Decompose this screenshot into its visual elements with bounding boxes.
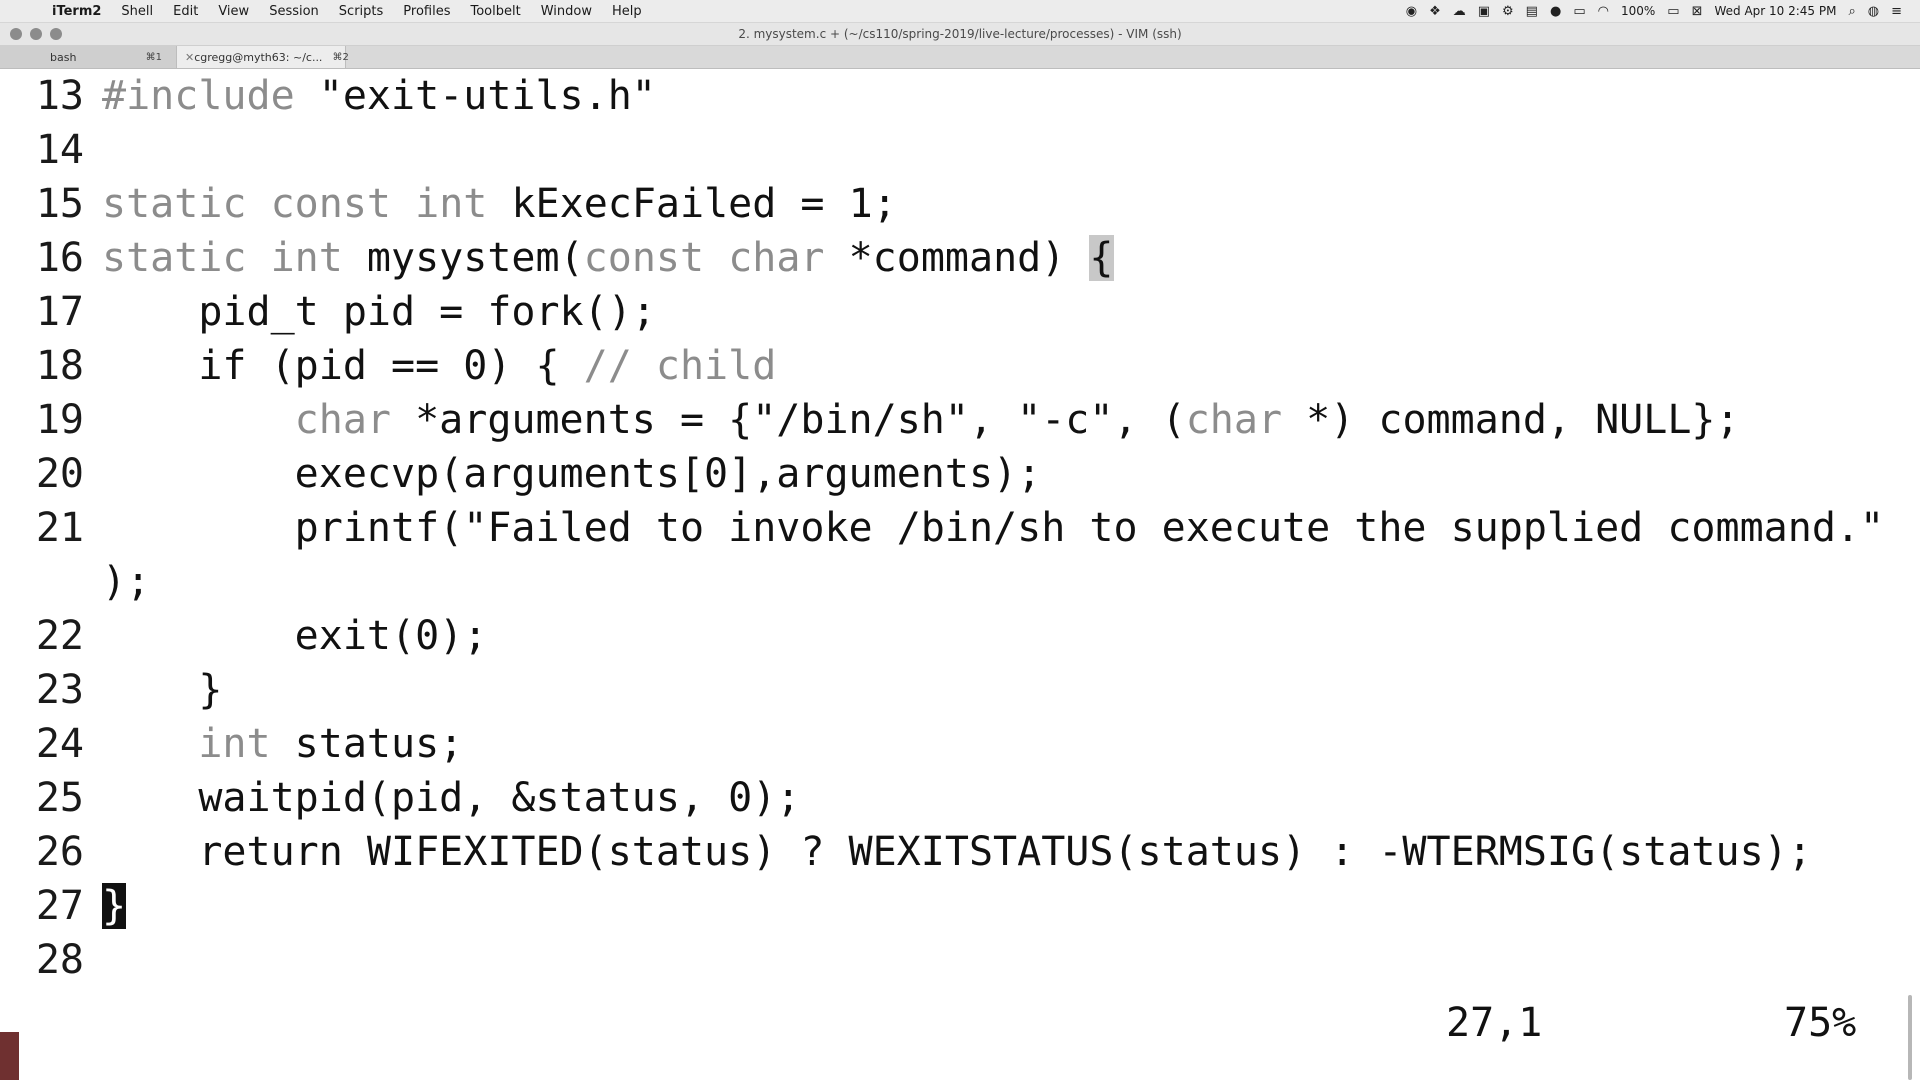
code-line: 21 printf("Failed to invoke /bin/sh to e…: [0, 501, 1884, 555]
code-text: pid_t pid = fork();: [102, 289, 656, 335]
tab-shortcut: ⌘2: [332, 51, 349, 63]
line-number: 27: [35, 883, 84, 929]
code-text: return WIFEXITED(status) ? WEXITSTATUS(s…: [102, 829, 1812, 875]
gamepad-icon[interactable]: ▣: [1478, 4, 1490, 19]
window-title: 2. mysystem.c + (~/cs110/spring-2019/liv…: [738, 27, 1182, 41]
contrast-icon[interactable]: ●: [1550, 4, 1561, 19]
line-number: 19: [35, 397, 84, 443]
code-line: 25 waitpid(pid, &status, 0);: [0, 771, 801, 825]
code-text: );: [102, 559, 151, 605]
code-text: execvp(arguments[0],arguments);: [102, 451, 1042, 497]
menu-help[interactable]: Help: [612, 4, 642, 19]
wifi-icon[interactable]: ◠: [1598, 4, 1609, 19]
tab-label: bash: [50, 50, 77, 64]
notification-center-icon[interactable]: ≡: [1891, 4, 1902, 19]
line-number: 17: [35, 289, 84, 335]
code-line: );: [0, 555, 150, 609]
code-text: if (pid == 0) { // child: [102, 343, 777, 389]
code-line: 15 static const int kExecFailed = 1;: [0, 177, 897, 231]
menu-session[interactable]: Session: [269, 4, 319, 19]
code-line: 22 exit(0);: [0, 609, 487, 663]
close-tab-icon[interactable]: ✕: [185, 51, 194, 64]
matching-brace: {: [1089, 235, 1114, 281]
tab-bar: bash ⌘1 ✕ cgregg@myth63: ~/c... ⌘2: [0, 46, 1920, 69]
siri-icon[interactable]: ◍: [1868, 4, 1879, 19]
line-number: 18: [35, 343, 84, 389]
line-number: 24: [35, 721, 84, 767]
battery-icon[interactable]: ▭: [1667, 4, 1679, 19]
menu-scripts[interactable]: Scripts: [339, 4, 383, 19]
menu-toolbelt[interactable]: Toolbelt: [470, 4, 520, 19]
airplay-icon[interactable]: ▭: [1573, 4, 1585, 19]
spotlight-search-icon[interactable]: ⌕: [1848, 4, 1855, 19]
record-icon[interactable]: ◉: [1406, 4, 1417, 19]
battery-percent: 100%: [1620, 4, 1656, 18]
menu-edit[interactable]: Edit: [173, 4, 198, 19]
code-text: #include "exit-utils.h": [102, 73, 656, 119]
vim-ruler: 27,1 75%: [0, 996, 1900, 1050]
code-text: exit(0);: [102, 613, 488, 659]
menu-view[interactable]: View: [218, 4, 249, 19]
line-number: 14: [35, 127, 84, 173]
line-number: 15: [35, 181, 84, 227]
line-number: 23: [35, 667, 84, 713]
code-line: 24 int status;: [0, 717, 463, 771]
code-line: 13 #include "exit-utils.h": [0, 69, 656, 123]
tab-shortcut: ⌘1: [145, 51, 162, 63]
cursor-position: 27,1: [1446, 1000, 1543, 1046]
text-cursor: }: [102, 883, 127, 929]
code-text: }: [102, 879, 127, 933]
line-number: 21: [35, 505, 84, 551]
code-text: printf("Failed to invoke /bin/sh to exec…: [102, 505, 1885, 551]
scrollbar[interactable]: [1908, 995, 1912, 1080]
tab-ssh-session[interactable]: ✕ cgregg@myth63: ~/c... ⌘2: [177, 46, 349, 68]
code-line: 19 char *arguments = {"/bin/sh", "-c", (…: [0, 393, 1740, 447]
tab-label: cgregg@myth63: ~/c...: [194, 50, 323, 64]
status-area: ◉ ❖ ☁ ▣ ⚙ ▤ ● ▭ ◠ 100% ▭ ⊠ Wed Apr 10 2:…: [1394, 0, 1902, 22]
gear-icon[interactable]: ⚙: [1502, 4, 1514, 19]
code-text: static const int kExecFailed = 1;: [102, 181, 897, 227]
dropbox-icon[interactable]: ❖: [1429, 4, 1441, 19]
cloud-icon[interactable]: ☁: [1453, 4, 1466, 19]
menu-window[interactable]: Window: [541, 4, 592, 19]
line-number: 25: [35, 775, 84, 821]
code-line: 28: [0, 933, 84, 987]
window-edge-marker: [0, 1032, 19, 1080]
code-line: 16 static int mysystem(const char *comman…: [0, 231, 1114, 285]
menu-profiles[interactable]: Profiles: [403, 4, 450, 19]
tab-bash[interactable]: bash ⌘1: [0, 46, 177, 68]
code-line: 17 pid_t pid = fork();: [0, 285, 656, 339]
app-menu: iTerm2 Shell Edit View Session Scripts P…: [52, 4, 662, 19]
scroll-percent: 75%: [1784, 1000, 1857, 1046]
code-text: waitpid(pid, &status, 0);: [102, 775, 801, 821]
code-text: static int mysystem(const char *command)…: [102, 235, 1114, 281]
menu-iterm2[interactable]: iTerm2: [52, 4, 101, 19]
code-line: 20 execvp(arguments[0],arguments);: [0, 447, 1041, 501]
macos-menu-bar: iTerm2 Shell Edit View Session Scripts P…: [0, 0, 1920, 23]
vim-editor[interactable]: 13 #include "exit-utils.h" 14 15 static cons…: [0, 69, 1900, 1080]
line-number: 28: [35, 937, 84, 983]
clock[interactable]: Wed Apr 10 2:45 PM: [1714, 4, 1836, 18]
line-number: 20: [35, 451, 84, 497]
line-number: 22: [35, 613, 84, 659]
code-text: int status;: [198, 721, 464, 767]
input-source-icon[interactable]: ⊠: [1692, 4, 1703, 19]
line-number: 26: [35, 829, 84, 875]
code-line: 26 return WIFEXITED(status) ? WEXITSTATU…: [0, 825, 1812, 879]
code-line: 14: [0, 123, 84, 177]
code-line: 18 if (pid == 0) { // child: [0, 339, 776, 393]
code-line: 23 }: [0, 663, 223, 717]
code-text: }: [102, 667, 223, 713]
code-text: char *arguments = {"/bin/sh", "-c", (cha…: [294, 397, 1740, 443]
line-number: 13: [35, 73, 84, 119]
display-icon[interactable]: ▤: [1526, 4, 1538, 19]
code-line: 27}: [0, 879, 127, 933]
line-number: 16: [35, 235, 84, 281]
menu-shell[interactable]: Shell: [121, 4, 153, 19]
window-title-bar: 2. mysystem.c + (~/cs110/spring-2019/liv…: [0, 23, 1920, 46]
